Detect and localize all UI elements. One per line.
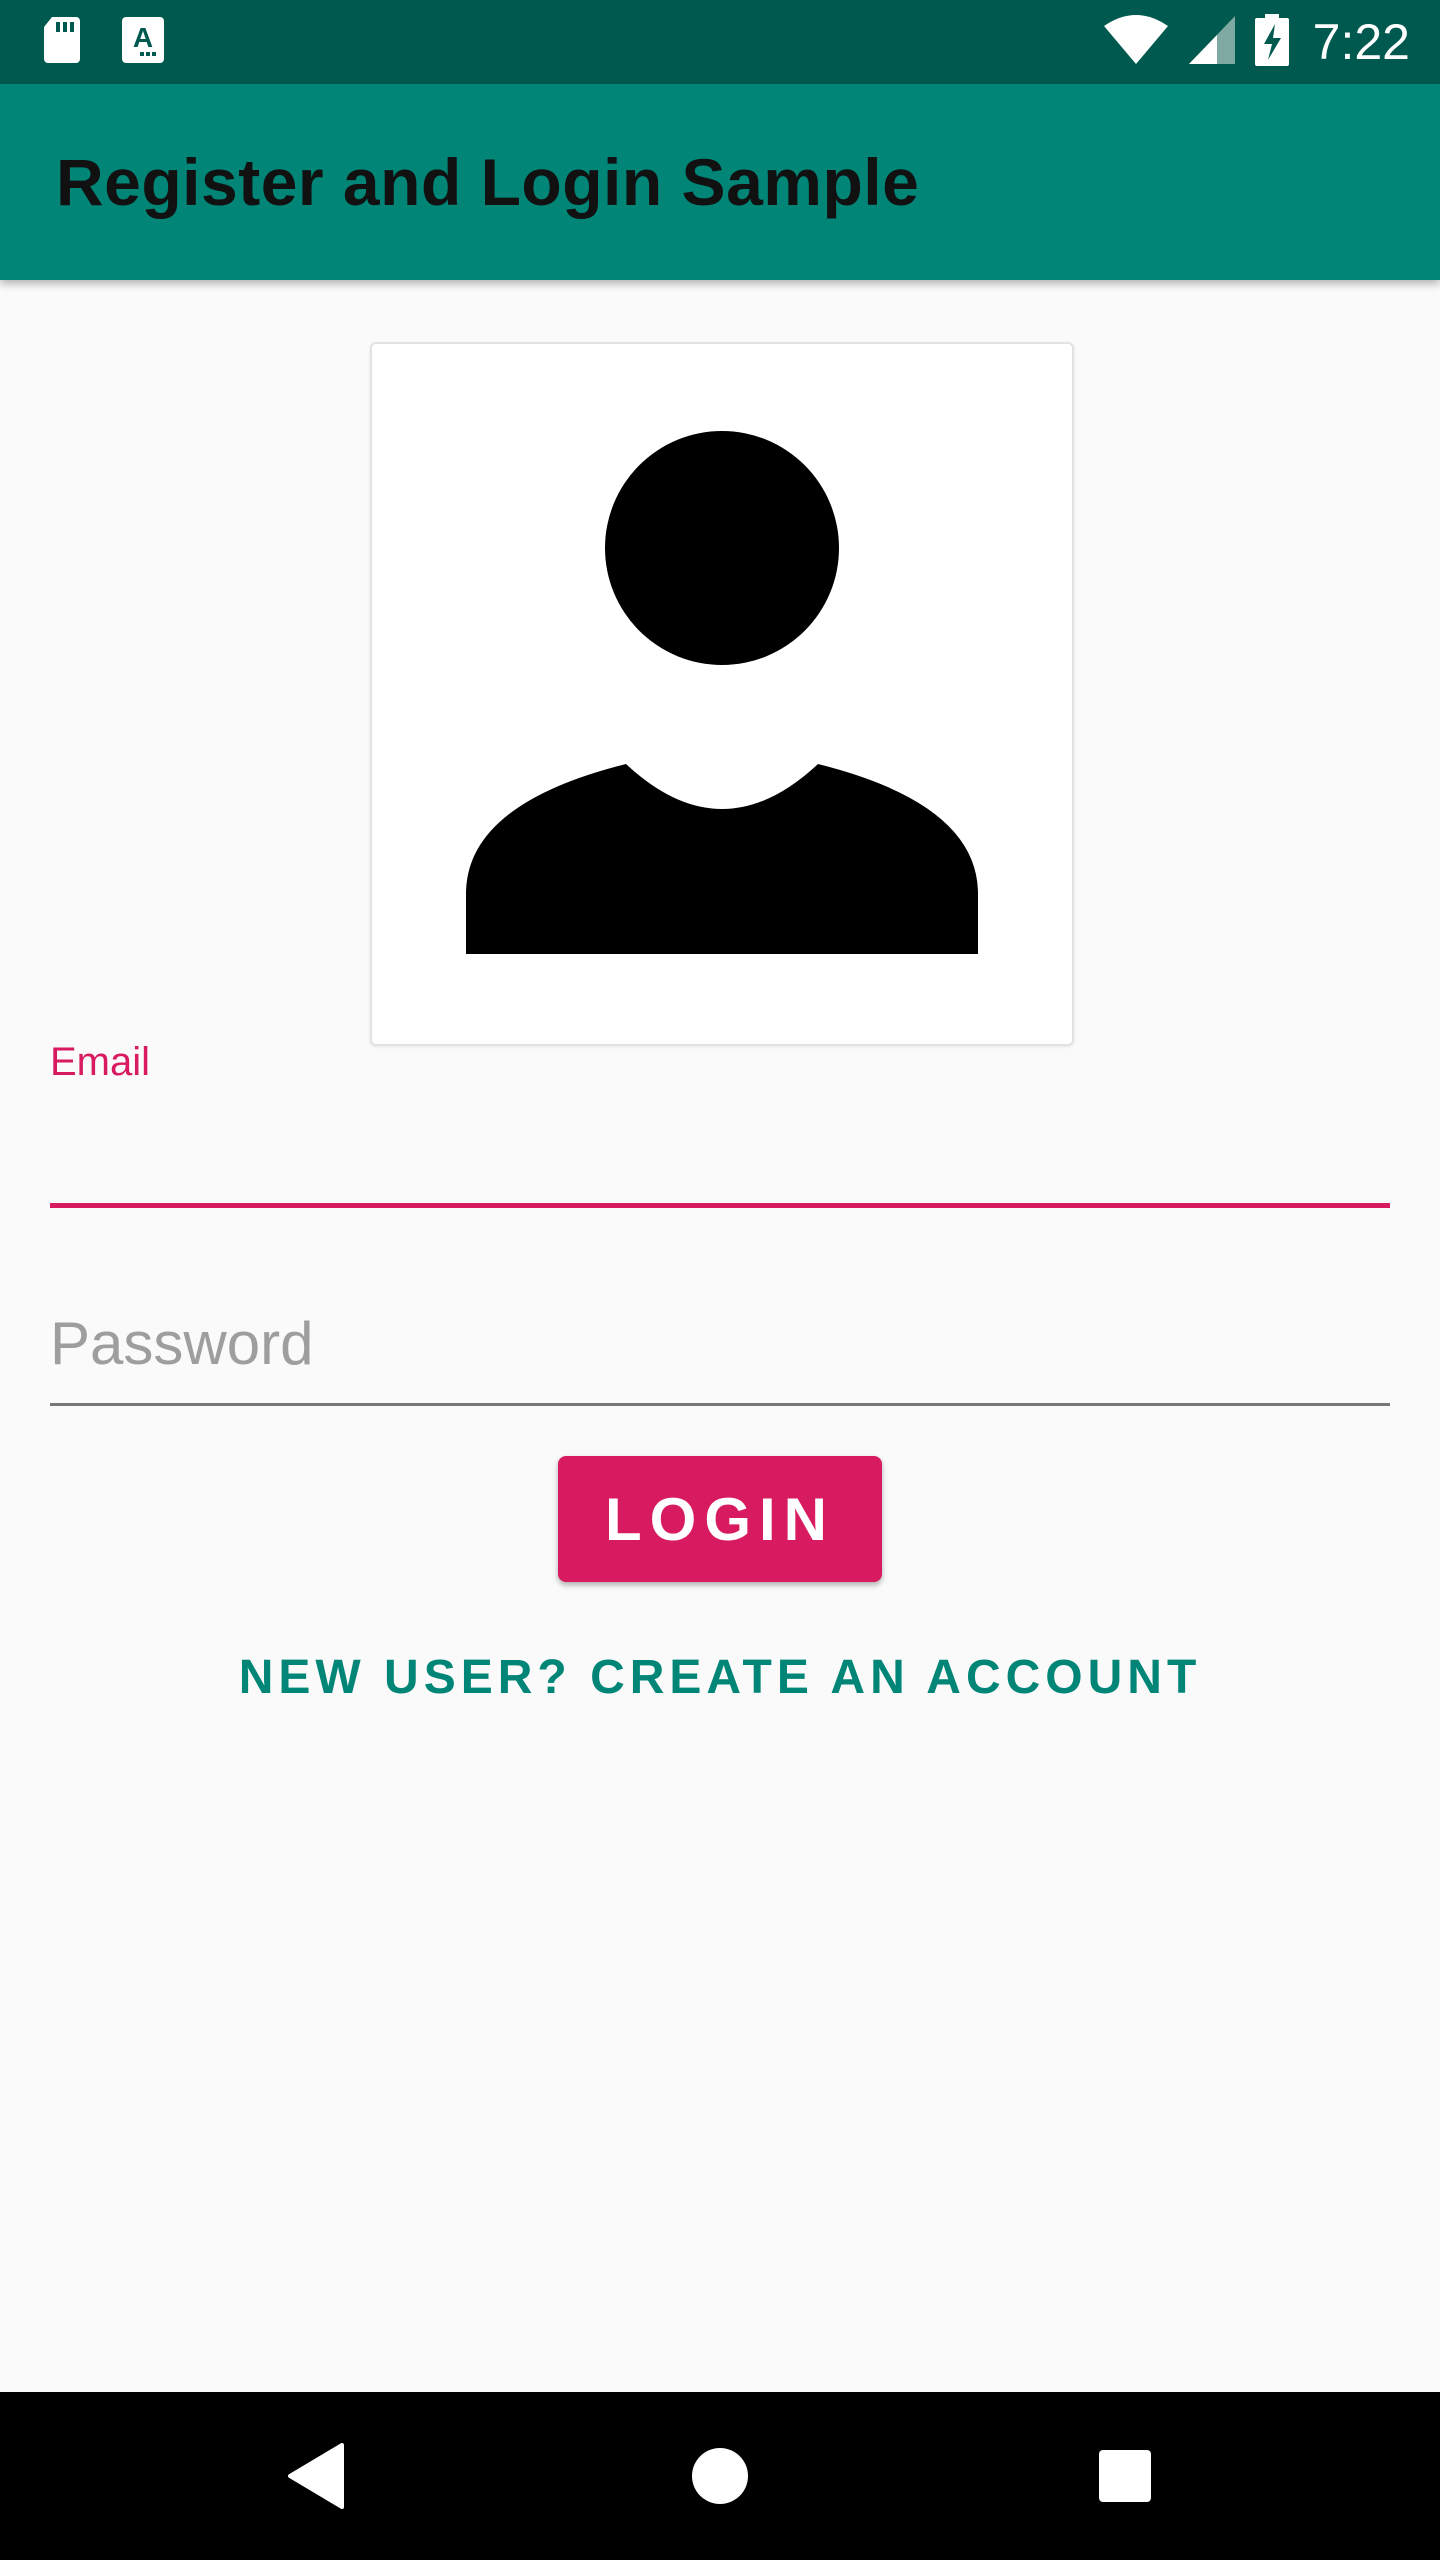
svg-text:A: A <box>133 22 153 53</box>
status-notifications: A <box>42 16 164 68</box>
status-system: 7:22 <box>1103 10 1410 74</box>
home-icon <box>692 2448 748 2504</box>
login-screen: A 7:22 Register and Login Sample Email L… <box>0 0 1440 2560</box>
app-notification-icon: A <box>122 16 164 68</box>
app-title: Register and Login Sample <box>56 145 920 219</box>
email-label: Email <box>50 1040 151 1084</box>
password-field[interactable] <box>50 1290 1390 1406</box>
navigation-bar <box>0 2392 1440 2560</box>
recents-icon <box>1099 2450 1151 2502</box>
create-account-link[interactable]: NEW USER? CREATE AN ACCOUNT <box>0 1650 1440 1705</box>
email-field[interactable] <box>50 1100 1390 1208</box>
home-button[interactable] <box>670 2426 770 2526</box>
cell-signal-icon <box>1187 14 1237 71</box>
battery-charging-icon <box>1254 13 1289 71</box>
status-time: 7:22 <box>1312 14 1410 70</box>
back-icon <box>288 2443 344 2509</box>
person-icon <box>466 431 978 954</box>
wifi-icon <box>1103 14 1169 71</box>
recents-button[interactable] <box>1075 2426 1175 2526</box>
sd-card-icon <box>42 15 82 70</box>
status-bar: A 7:22 <box>0 0 1440 84</box>
app-bar: Register and Login Sample <box>0 84 1440 280</box>
back-button[interactable] <box>266 2426 366 2526</box>
avatar-card <box>370 342 1074 1046</box>
login-button[interactable]: LOGIN <box>558 1456 882 1582</box>
